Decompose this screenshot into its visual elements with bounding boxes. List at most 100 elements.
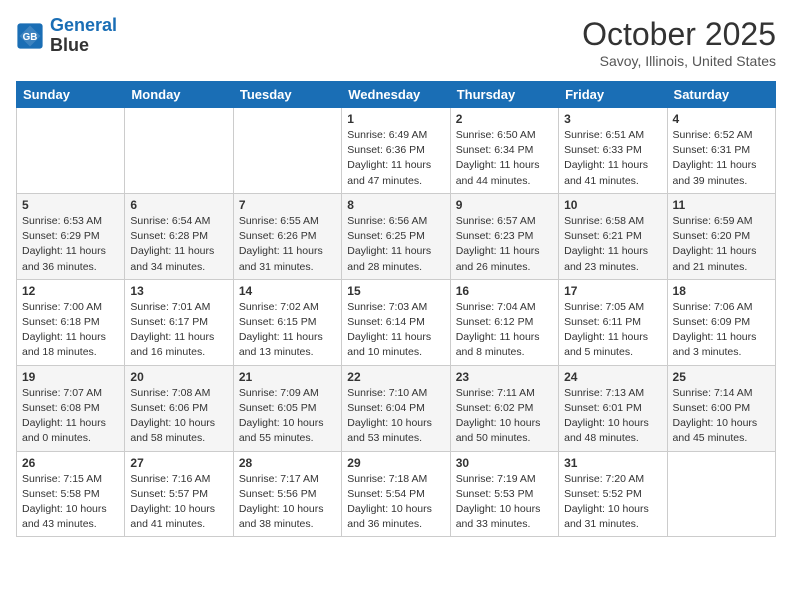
day-info: Sunrise: 7:03 AMSunset: 6:14 PMDaylight:… (347, 300, 444, 361)
calendar-day-cell: 17 Sunrise: 7:05 AMSunset: 6:11 PMDayligh… (559, 279, 667, 365)
day-number: 12 (22, 284, 119, 298)
calendar-day-cell: 24 Sunrise: 7:13 AMSunset: 6:01 PMDayligh… (559, 365, 667, 451)
day-number: 13 (130, 284, 227, 298)
calendar-week-row: 19Sunrise: 7:07 AMSunset: 6:08 PMDayligh… (17, 365, 776, 451)
calendar-day-cell: 9Sunrise: 6:57 AMSunset: 6:23 PMDaylight… (450, 193, 558, 279)
weekday-header-monday: Monday (125, 82, 233, 108)
day-number: 18 (673, 284, 770, 298)
calendar-table: SundayMondayTuesdayWednesdayThursdayFrid… (16, 81, 776, 537)
day-info: Sunrise: 7:11 AMSunset: 6:02 PMDaylight:… (456, 386, 553, 447)
day-info: Sunrise: 6:50 AMSunset: 6:34 PMDaylight:… (456, 128, 553, 189)
empty-cell (233, 108, 341, 194)
day-info: Sunrise: 7:08 AMSunset: 6:06 PMDaylight:… (130, 386, 227, 447)
day-number: 9 (456, 198, 553, 212)
calendar-week-row: 1 Sunrise: 6:49 AMSunset: 6:36 PMDaylight… (17, 108, 776, 194)
empty-cell (667, 451, 775, 537)
page-header: GB General Blue October 2025 Savoy, Illi… (16, 16, 776, 69)
weekday-header-friday: Friday (559, 82, 667, 108)
day-info: Sunrise: 7:17 AMSunset: 5:56 PMDaylight:… (239, 472, 336, 533)
day-number: 29 (347, 456, 444, 470)
day-number: 1 (347, 112, 444, 126)
day-number: 14 (239, 284, 336, 298)
calendar-day-cell: 15 Sunrise: 7:03 AMSunset: 6:14 PMDayligh… (342, 279, 450, 365)
day-info: Sunrise: 7:13 AMSunset: 6:01 PMDaylight:… (564, 386, 661, 447)
day-number: 11 (673, 198, 770, 212)
day-info: Sunrise: 7:06 AMSunset: 6:09 PMDaylight:… (673, 300, 770, 361)
calendar-day-cell: 21 Sunrise: 7:09 AMSunset: 6:05 PMDayligh… (233, 365, 341, 451)
day-number: 17 (564, 284, 661, 298)
location-subtitle: Savoy, Illinois, United States (582, 53, 776, 69)
day-number: 19 (22, 370, 119, 384)
calendar-day-cell: 31 Sunrise: 7:20 AMSunset: 5:52 PMDayligh… (559, 451, 667, 537)
day-number: 31 (564, 456, 661, 470)
calendar-day-cell: 22Sunrise: 7:10 AMSunset: 6:04 PMDayligh… (342, 365, 450, 451)
day-info: Sunrise: 7:16 AMSunset: 5:57 PMDaylight:… (130, 472, 227, 533)
calendar-day-cell: 14 Sunrise: 7:02 AMSunset: 6:15 PMDayligh… (233, 279, 341, 365)
day-info: Sunrise: 7:18 AMSunset: 5:54 PMDaylight:… (347, 472, 444, 533)
calendar-day-cell: 26Sunrise: 7:15 AMSunset: 5:58 PMDayligh… (17, 451, 125, 537)
day-number: 26 (22, 456, 119, 470)
calendar-day-cell: 8 Sunrise: 6:56 AMSunset: 6:25 PMDaylight… (342, 193, 450, 279)
day-info: Sunrise: 6:52 AMSunset: 6:31 PMDaylight:… (673, 128, 770, 189)
day-number: 21 (239, 370, 336, 384)
weekday-header-row: SundayMondayTuesdayWednesdayThursdayFrid… (17, 82, 776, 108)
day-info: Sunrise: 7:01 AMSunset: 6:17 PMDaylight:… (130, 300, 227, 361)
day-number: 23 (456, 370, 553, 384)
day-info: Sunrise: 7:10 AMSunset: 6:04 PMDaylight:… (347, 386, 444, 447)
calendar-day-cell: 20 Sunrise: 7:08 AMSunset: 6:06 PMDayligh… (125, 365, 233, 451)
day-number: 10 (564, 198, 661, 212)
svg-text:GB: GB (23, 32, 38, 43)
day-info: Sunrise: 6:53 AMSunset: 6:29 PMDaylight:… (22, 214, 119, 275)
day-number: 5 (22, 198, 119, 212)
calendar-day-cell: 28Sunrise: 7:17 AMSunset: 5:56 PMDayligh… (233, 451, 341, 537)
calendar-day-cell: 6Sunrise: 6:54 AMSunset: 6:28 PMDaylight… (125, 193, 233, 279)
day-info: Sunrise: 6:49 AMSunset: 6:36 PMDaylight:… (347, 128, 444, 189)
logo-icon: GB (16, 22, 44, 50)
logo: GB General Blue (16, 16, 117, 56)
month-title: October 2025 (582, 16, 776, 53)
calendar-day-cell: 2 Sunrise: 6:50 AMSunset: 6:34 PMDaylight… (450, 108, 558, 194)
calendar-day-cell: 19Sunrise: 7:07 AMSunset: 6:08 PMDayligh… (17, 365, 125, 451)
day-number: 8 (347, 198, 444, 212)
day-info: Sunrise: 7:09 AMSunset: 6:05 PMDaylight:… (239, 386, 336, 447)
day-info: Sunrise: 7:04 AMSunset: 6:12 PMDaylight:… (456, 300, 553, 361)
day-info: Sunrise: 7:00 AMSunset: 6:18 PMDaylight:… (22, 300, 119, 361)
calendar-day-cell: 1 Sunrise: 6:49 AMSunset: 6:36 PMDaylight… (342, 108, 450, 194)
calendar-day-cell: 12 Sunrise: 7:00 AMSunset: 6:18 PMDayligh… (17, 279, 125, 365)
day-info: Sunrise: 7:19 AMSunset: 5:53 PMDaylight:… (456, 472, 553, 533)
calendar-day-cell: 29 Sunrise: 7:18 AMSunset: 5:54 PMDayligh… (342, 451, 450, 537)
day-number: 20 (130, 370, 227, 384)
logo-line1: General (50, 15, 117, 35)
calendar-day-cell: 7Sunrise: 6:55 AMSunset: 6:26 PMDaylight… (233, 193, 341, 279)
calendar-day-cell: 27Sunrise: 7:16 AMSunset: 5:57 PMDayligh… (125, 451, 233, 537)
day-number: 15 (347, 284, 444, 298)
logo-text: General Blue (50, 16, 117, 56)
day-number: 2 (456, 112, 553, 126)
calendar-week-row: 26Sunrise: 7:15 AMSunset: 5:58 PMDayligh… (17, 451, 776, 537)
calendar-day-cell: 5 Sunrise: 6:53 AMSunset: 6:29 PMDaylight… (17, 193, 125, 279)
calendar-day-cell: 23 Sunrise: 7:11 AMSunset: 6:02 PMDayligh… (450, 365, 558, 451)
calendar-day-cell: 13 Sunrise: 7:01 AMSunset: 6:17 PMDayligh… (125, 279, 233, 365)
calendar-day-cell: 4 Sunrise: 6:52 AMSunset: 6:31 PMDaylight… (667, 108, 775, 194)
weekday-header-wednesday: Wednesday (342, 82, 450, 108)
calendar-week-row: 12 Sunrise: 7:00 AMSunset: 6:18 PMDayligh… (17, 279, 776, 365)
day-number: 16 (456, 284, 553, 298)
day-number: 4 (673, 112, 770, 126)
day-info: Sunrise: 7:20 AMSunset: 5:52 PMDaylight:… (564, 472, 661, 533)
day-number: 6 (130, 198, 227, 212)
empty-cell (17, 108, 125, 194)
day-number: 25 (673, 370, 770, 384)
calendar-week-row: 5 Sunrise: 6:53 AMSunset: 6:29 PMDaylight… (17, 193, 776, 279)
empty-cell (125, 108, 233, 194)
weekday-header-sunday: Sunday (17, 82, 125, 108)
calendar-day-cell: 25Sunrise: 7:14 AMSunset: 6:00 PMDayligh… (667, 365, 775, 451)
day-number: 24 (564, 370, 661, 384)
calendar-day-cell: 16 Sunrise: 7:04 AMSunset: 6:12 PMDayligh… (450, 279, 558, 365)
day-number: 30 (456, 456, 553, 470)
day-info: Sunrise: 6:58 AMSunset: 6:21 PMDaylight:… (564, 214, 661, 275)
day-info: Sunrise: 7:02 AMSunset: 6:15 PMDaylight:… (239, 300, 336, 361)
calendar-day-cell: 3Sunrise: 6:51 AMSunset: 6:33 PMDaylight… (559, 108, 667, 194)
day-info: Sunrise: 6:56 AMSunset: 6:25 PMDaylight:… (347, 214, 444, 275)
day-number: 7 (239, 198, 336, 212)
day-info: Sunrise: 7:05 AMSunset: 6:11 PMDaylight:… (564, 300, 661, 361)
